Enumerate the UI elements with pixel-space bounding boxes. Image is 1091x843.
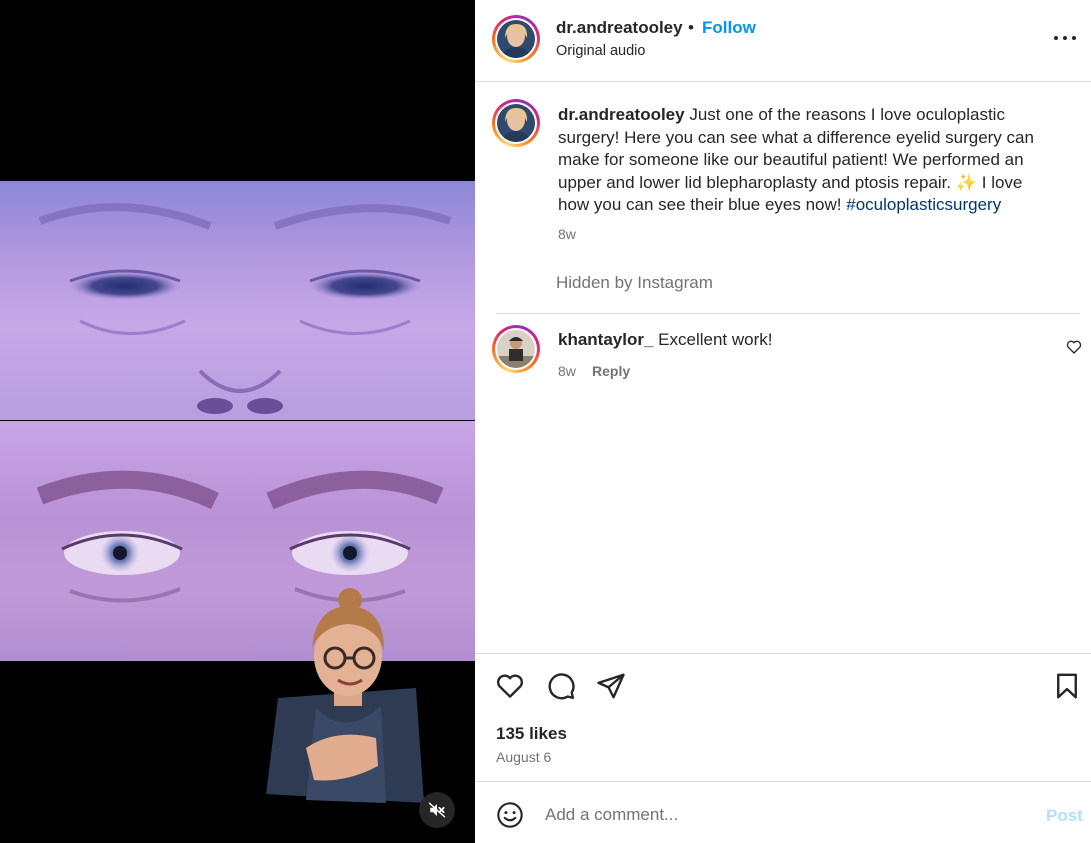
caption-author-avatar[interactable] [492,99,540,147]
audio-label[interactable]: Original audio [556,43,645,59]
more-options-button[interactable] [1051,28,1079,48]
post-comment-button[interactable]: Post [1046,806,1083,826]
comment-text: khantaylor_ Excellent work! [558,330,772,350]
comment-composer: Post [475,781,1091,843]
post-media[interactable] [0,0,475,843]
post-side-panel: dr.andreatooley • Follow Original audio … [475,0,1091,843]
comment-like-heart-icon[interactable] [1066,339,1082,355]
author-avatar[interactable] [492,15,540,63]
emoji-icon[interactable] [496,801,524,829]
before-photo [0,181,475,421]
hidden-comments-toggle[interactable]: Hidden by Instagram [556,273,713,293]
comments-separator [496,313,1080,314]
comment-icon[interactable] [546,671,576,701]
presenter-overlay [266,588,426,803]
commenter-avatar[interactable] [492,325,540,373]
muted-speaker-icon [428,802,446,818]
post-actions: 135 likes August 6 [475,653,1091,781]
caption-timestamp[interactable]: 8w [558,226,576,242]
bookmark-icon[interactable] [1052,671,1082,701]
comment-reply-button[interactable]: Reply [592,363,630,379]
comment-input[interactable] [545,802,1025,828]
comment-message: Excellent work! [653,330,773,349]
mute-toggle-button[interactable] [419,792,455,828]
likes-count[interactable]: 135 likes [496,724,567,744]
caption-hashtag[interactable]: #oculoplasticsurgery [846,195,1001,214]
post-header: dr.andreatooley • Follow Original audio [475,0,1091,82]
post-caption: dr.andreatooley Just one of the reasons … [558,104,1058,217]
more-horizontal-icon [1054,36,1058,40]
share-icon[interactable] [596,671,626,701]
heart-icon[interactable] [495,671,525,701]
follow-button[interactable]: Follow [702,18,756,38]
author-username[interactable]: dr.andreatooley [556,18,683,38]
comment-timestamp[interactable]: 8w [558,363,576,379]
caption-username[interactable]: dr.andreatooley [558,105,685,124]
separator-dot: • [688,18,694,37]
comment-username[interactable]: khantaylor_ [558,330,653,349]
post-date[interactable]: August 6 [496,749,551,765]
